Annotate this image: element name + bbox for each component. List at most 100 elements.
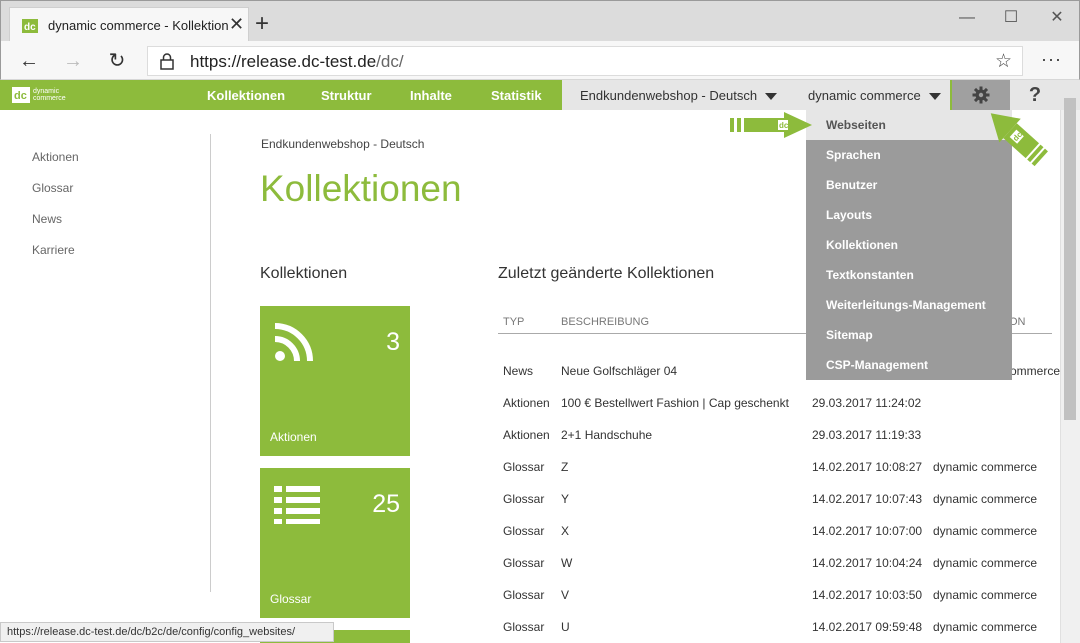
menu-item-webseiten[interactable]: Webseiten — [806, 110, 1012, 140]
menu-item-textkonstanten[interactable]: Textkonstanten — [806, 260, 1012, 290]
settings-menu: Webseiten Sprachen Benutzer Layouts Koll… — [806, 110, 1012, 380]
menu-item-kollektionen[interactable]: Kollektionen — [806, 230, 1012, 260]
favorite-star-icon[interactable]: ☆ — [995, 50, 1012, 73]
list-icon — [274, 486, 320, 524]
cell-user: dynamic commerce — [933, 492, 1038, 506]
sidebar-item-glossar[interactable]: Glossar — [32, 181, 73, 195]
breadcrumb: Endkundenwebshop - Deutsch — [261, 137, 425, 151]
tab-close-icon[interactable]: ✕ — [229, 14, 244, 35]
cell-description: X — [561, 524, 570, 538]
address-toolbar: ← → ↻ https://release.dc-test.de/dc/ ☆ ·… — [0, 41, 1080, 80]
cell-date: 14.02.2017 09:59:48 — [812, 620, 923, 634]
sidebar-item-news[interactable]: News — [32, 212, 62, 226]
cell-date: 14.02.2017 10:08:27 — [812, 460, 923, 474]
shop-dropdown[interactable]: Endkundenwebshop - Deutsch — [580, 88, 778, 103]
dropdown-area: Endkundenwebshop - Deutsch dynamic comme… — [562, 80, 950, 110]
cell-description: 100 € Bestellwert Fashion | Cap geschenk… — [561, 396, 789, 410]
collections-heading: Kollektionen — [260, 265, 348, 282]
browser-tab[interactable]: dc dynamic commerce - Kollektionen ✕ — [9, 7, 249, 43]
logo-text: dynamic commerce — [33, 88, 66, 102]
cell-date: 29.03.2017 11:24:02 — [812, 396, 922, 410]
tile-label: Glossar — [270, 592, 312, 606]
cell-description: 2+1 Handschuhe — [561, 428, 653, 442]
scrollbar-thumb[interactable] — [1064, 98, 1076, 420]
sidebar-divider — [210, 134, 211, 592]
recent-collections-heading: Zuletzt geänderte Kollektionen — [498, 265, 715, 282]
cell-type: Glossar — [503, 492, 545, 506]
cell-user: dynamic commerce — [933, 460, 1038, 474]
cell-description: U — [561, 620, 570, 634]
menu-item-layouts[interactable]: Layouts — [806, 200, 1012, 230]
table-row[interactable]: Glossar U 14.02.2017 09:59:48 dynamic co… — [498, 620, 1058, 642]
menu-item-sprachen[interactable]: Sprachen — [806, 140, 1012, 170]
browser-tabstrip: dc dynamic commerce - Kollektionen ✕ + —… — [0, 0, 1080, 43]
cell-date: 29.03.2017 11:19:33 — [812, 428, 922, 442]
table-row[interactable]: Glossar W 14.02.2017 10:04:24 dynamic co… — [498, 556, 1058, 588]
table-row[interactable]: Aktionen 100 € Bestellwert Fashion | Cap… — [498, 396, 1058, 428]
nav-inhalte[interactable]: Inhalte — [410, 88, 452, 103]
lock-icon — [160, 53, 174, 70]
tile-count: 25 — [372, 490, 400, 518]
rss-icon — [274, 323, 313, 362]
menu-item-weiterleitungs-management[interactable]: Weiterleitungs-Management — [806, 290, 1012, 320]
new-tab-button[interactable]: + — [255, 10, 269, 38]
dynamic-commerce-logo[interactable]: dc dynamic commerce — [12, 87, 83, 103]
table-row[interactable]: Glossar Z 14.02.2017 10:08:27 dynamic co… — [498, 460, 1058, 492]
cell-type: News — [503, 364, 534, 378]
forward-arrow-icon[interactable]: → — [57, 47, 89, 75]
nav-statistik[interactable]: Statistik — [491, 88, 542, 103]
cell-description: Y — [561, 492, 570, 506]
tile-aktionen[interactable]: 3 Aktionen — [260, 306, 410, 456]
table-row[interactable]: Glossar Y 14.02.2017 10:07:43 dynamic co… — [498, 492, 1058, 524]
column-header-typ: TYP — [503, 316, 525, 328]
url-field[interactable]: https://release.dc-test.de/dc/ ☆ — [147, 46, 1023, 76]
cell-type: Aktionen — [503, 396, 550, 410]
pointer-arrow-icon: dc — [990, 113, 1048, 167]
cell-description: W — [561, 556, 573, 570]
menu-item-sitemap[interactable]: Sitemap — [806, 320, 1012, 350]
column-header-beschreibung: BESCHREIBUNG — [561, 316, 650, 328]
nav-kollektionen[interactable]: Kollektionen — [207, 88, 285, 103]
chevron-down-icon — [928, 93, 941, 101]
sidebar-item-karriere[interactable]: Karriere — [32, 243, 75, 257]
page-title: Kollektionen — [260, 168, 462, 209]
cell-type: Glossar — [503, 620, 545, 634]
table-row[interactable]: Glossar X 14.02.2017 10:07:00 dynamic co… — [498, 524, 1058, 556]
tile-glossar[interactable]: 25 Glossar — [260, 468, 410, 618]
more-menu-icon[interactable]: ··· — [1041, 49, 1062, 70]
refresh-icon[interactable]: ↻ — [101, 47, 133, 75]
user-dropdown[interactable]: dynamic commerce — [808, 88, 941, 103]
app-navbar: dc dynamic commerce Kollektionen Struktur… — [0, 80, 1080, 110]
cell-date: 14.02.2017 10:07:43 — [812, 492, 923, 506]
cell-type: Glossar — [503, 588, 545, 602]
status-url: https://release.dc-test.de/dc/b2c/de/con… — [0, 622, 334, 642]
table-row[interactable]: Aktionen 2+1 Handschuhe 29.03.2017 11:19… — [498, 428, 1058, 460]
cell-description: Z — [561, 460, 569, 474]
cell-type: Glossar — [503, 524, 545, 538]
tab-title: dynamic commerce - Kollektionen — [48, 18, 228, 33]
logo-mark-icon: dc — [12, 87, 30, 103]
tile-label: Aktionen — [270, 430, 317, 444]
chevron-down-icon — [765, 93, 778, 101]
cell-user: dynamic commerce — [933, 588, 1038, 602]
window-close-icon[interactable]: ✕ — [1034, 4, 1080, 32]
cell-type: Glossar — [503, 460, 545, 474]
pointer-arrow-icon: dc — [730, 112, 812, 138]
cell-user: dynamic commerce — [933, 524, 1038, 538]
url-text: https://release.dc-test.de/dc/ — [190, 52, 404, 71]
nav-struktur[interactable]: Struktur — [321, 88, 372, 103]
tile-count: 3 — [386, 328, 400, 356]
svg-text:dc: dc — [14, 90, 27, 102]
minimize-icon[interactable]: — — [944, 4, 990, 32]
back-arrow-icon[interactable]: ← — [13, 47, 45, 75]
menu-item-csp-management[interactable]: CSP-Management — [806, 350, 1012, 380]
table-row[interactable]: Glossar V 14.02.2017 10:03:50 dynamic co… — [498, 588, 1058, 620]
dc-favicon-icon: dc — [22, 19, 38, 33]
cell-description: Neue Golfschläger 04 — [561, 364, 678, 378]
cell-type: Aktionen — [503, 428, 550, 442]
maximize-icon[interactable]: ☐ — [988, 4, 1034, 32]
sidebar-item-aktionen[interactable]: Aktionen — [32, 150, 79, 164]
menu-item-benutzer[interactable]: Benutzer — [806, 170, 1012, 200]
cell-description: V — [561, 588, 570, 602]
cell-date: 14.02.2017 10:04:24 — [812, 556, 923, 570]
